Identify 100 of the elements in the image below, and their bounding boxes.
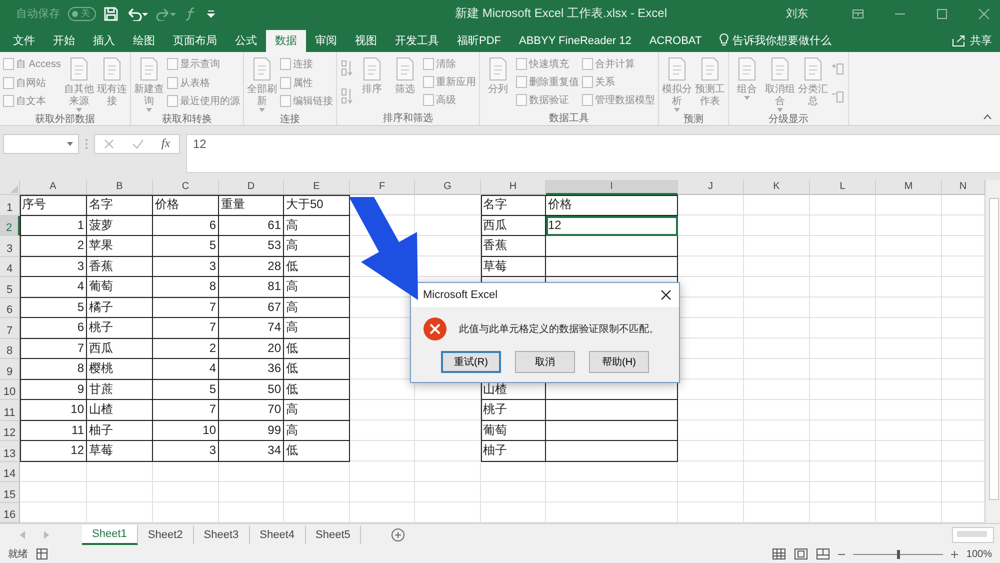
ribbon-command[interactable]: 分列 (488, 84, 508, 96)
cancel-icon[interactable] (104, 138, 114, 149)
macro-record-icon[interactable] (36, 548, 50, 560)
column-header[interactable]: A (20, 180, 87, 196)
share-icon[interactable] (952, 34, 966, 47)
ribbon-command[interactable]: 自其他来源 (64, 84, 94, 108)
column-header[interactable]: I (546, 180, 678, 196)
ribbon-tab[interactable]: 插入 (84, 30, 124, 52)
ribbon-command[interactable]: 排序 (362, 84, 382, 96)
ribbon-command[interactable]: 编辑链接 (293, 94, 334, 108)
sort-ascending-icon[interactable] (340, 59, 354, 78)
close-icon[interactable] (661, 290, 671, 300)
caret-icon[interactable] (76, 108, 82, 112)
ribbon-command[interactable]: 重新应用 (436, 75, 476, 90)
ribbon-command[interactable]: 属性 (293, 76, 314, 90)
column-header[interactable]: G (415, 180, 481, 196)
tell-me-field[interactable]: 告诉我你想要做什么 (732, 30, 832, 52)
ribbon-command[interactable]: 连接 (293, 56, 314, 71)
column-header[interactable]: C (153, 180, 219, 196)
dialog-button[interactable]: 取消 (515, 351, 575, 373)
ribbon-tab[interactable]: ACROBAT (640, 30, 711, 52)
ribbon-command[interactable]: 自 Access (16, 56, 62, 71)
sheet-tab[interactable]: Sheet1 (82, 524, 138, 545)
sheet-tab[interactable]: Sheet4 (250, 526, 306, 544)
column-header[interactable]: E (284, 180, 350, 196)
ribbon-command[interactable]: 清除 (436, 56, 456, 71)
ribbon-command[interactable]: 自网站 (16, 76, 46, 90)
ribbon-command[interactable]: 高级 (436, 93, 456, 108)
ribbon-tab[interactable]: 视图 (346, 30, 386, 52)
row-header[interactable]: 8 (0, 338, 20, 360)
column-header[interactable]: D (219, 180, 284, 196)
previous-sheet-icon[interactable] (20, 530, 26, 539)
save-icon[interactable] (104, 6, 118, 21)
dialog-button[interactable]: 重试(R) (441, 351, 501, 373)
sheet-tab[interactable]: Sheet2 (138, 526, 194, 544)
column-header[interactable]: L (810, 180, 876, 196)
row-header[interactable]: 7 (0, 318, 20, 339)
ribbon-tab[interactable]: 开发工具 (386, 30, 448, 52)
row-header[interactable]: 5 (0, 277, 20, 298)
ribbon-tab[interactable]: 数据 (266, 30, 306, 52)
sort-descending-icon[interactable] (340, 86, 354, 105)
ribbon-tab[interactable]: 页面布局 (164, 30, 226, 52)
zoom-slider[interactable] (897, 550, 900, 559)
drag-handle-icon[interactable] (85, 138, 88, 150)
select-all-icon[interactable] (8, 183, 18, 194)
ribbon-tab[interactable]: 审阅 (306, 30, 346, 52)
share-button[interactable]: 共享 (970, 30, 992, 52)
page-break-icon[interactable] (816, 548, 830, 560)
show-detail-icon[interactable] (831, 62, 846, 76)
undo-icon[interactable] (126, 6, 148, 21)
ribbon-command[interactable]: 快速填充 (529, 56, 570, 71)
ribbon-command[interactable]: 现有连接 (97, 84, 128, 108)
page-layout-icon[interactable] (794, 548, 808, 560)
row-header[interactable]: 9 (0, 359, 20, 380)
ribbon-command[interactable]: 删除重复值 (529, 75, 580, 90)
ribbon-command[interactable]: 分类汇总 (798, 84, 828, 108)
horizontal-scrollbar[interactable] (952, 526, 994, 543)
row-header[interactable]: 15 (0, 482, 20, 503)
ribbon-tab[interactable]: 绘图 (124, 30, 164, 52)
caret-icon[interactable] (259, 108, 266, 112)
ribbon-command[interactable]: 全部刷新 (247, 84, 278, 108)
ribbon-tab[interactable]: 文件 (4, 30, 44, 52)
sheet-tab[interactable]: Sheet3 (194, 526, 250, 544)
column-header[interactable]: F (350, 180, 415, 196)
ribbon-command[interactable]: 关系 (595, 75, 616, 90)
row-header[interactable]: 14 (0, 462, 20, 482)
caret-icon[interactable] (674, 108, 680, 112)
dialog-button[interactable]: 帮助(H) (589, 351, 649, 373)
normal-view-icon[interactable] (772, 548, 786, 560)
column-header[interactable]: M (876, 180, 942, 196)
row-header[interactable]: 6 (0, 298, 20, 318)
add-sheet-icon[interactable] (391, 528, 406, 542)
zoom-in-icon[interactable] (951, 550, 958, 558)
ribbon-command[interactable]: 最近使用的源 (180, 94, 240, 108)
maximize-icon[interactable] (936, 8, 948, 19)
ribbon-tab[interactable]: 开始 (44, 30, 84, 52)
insert-function-button[interactable]: fx (161, 136, 170, 152)
name-box[interactable] (3, 134, 79, 154)
row-header[interactable]: 4 (0, 256, 20, 278)
collapse-ribbon-icon[interactable] (983, 114, 992, 120)
sheet-tab[interactable]: Sheet5 (306, 526, 362, 544)
ribbon-command[interactable]: 模拟分析 (662, 84, 692, 108)
ribbon-command[interactable]: 数据验证 (529, 93, 570, 108)
ribbon-command[interactable]: 显示查询 (180, 56, 220, 71)
row-header[interactable]: 12 (0, 420, 20, 442)
ribbon-command[interactable]: 组合 (737, 84, 758, 96)
ribbon-command[interactable]: 自文本 (16, 94, 46, 108)
ribbon-tab[interactable]: 公式 (226, 30, 266, 52)
row-header[interactable]: 3 (0, 236, 20, 257)
caret-icon[interactable] (744, 96, 750, 100)
column-header[interactable]: N (942, 180, 985, 196)
ribbon-command[interactable]: 合并计算 (595, 56, 636, 71)
hide-detail-icon[interactable] (831, 90, 846, 104)
redo-icon[interactable] (156, 6, 176, 21)
column-header[interactable]: J (678, 180, 744, 196)
row-header[interactable]: 2 (0, 216, 20, 236)
row-header[interactable]: 16 (0, 502, 20, 524)
column-header[interactable]: K (744, 180, 810, 196)
formula-field[interactable]: 12 (186, 134, 1000, 173)
ribbon-command[interactable]: 筛选 (395, 84, 416, 96)
